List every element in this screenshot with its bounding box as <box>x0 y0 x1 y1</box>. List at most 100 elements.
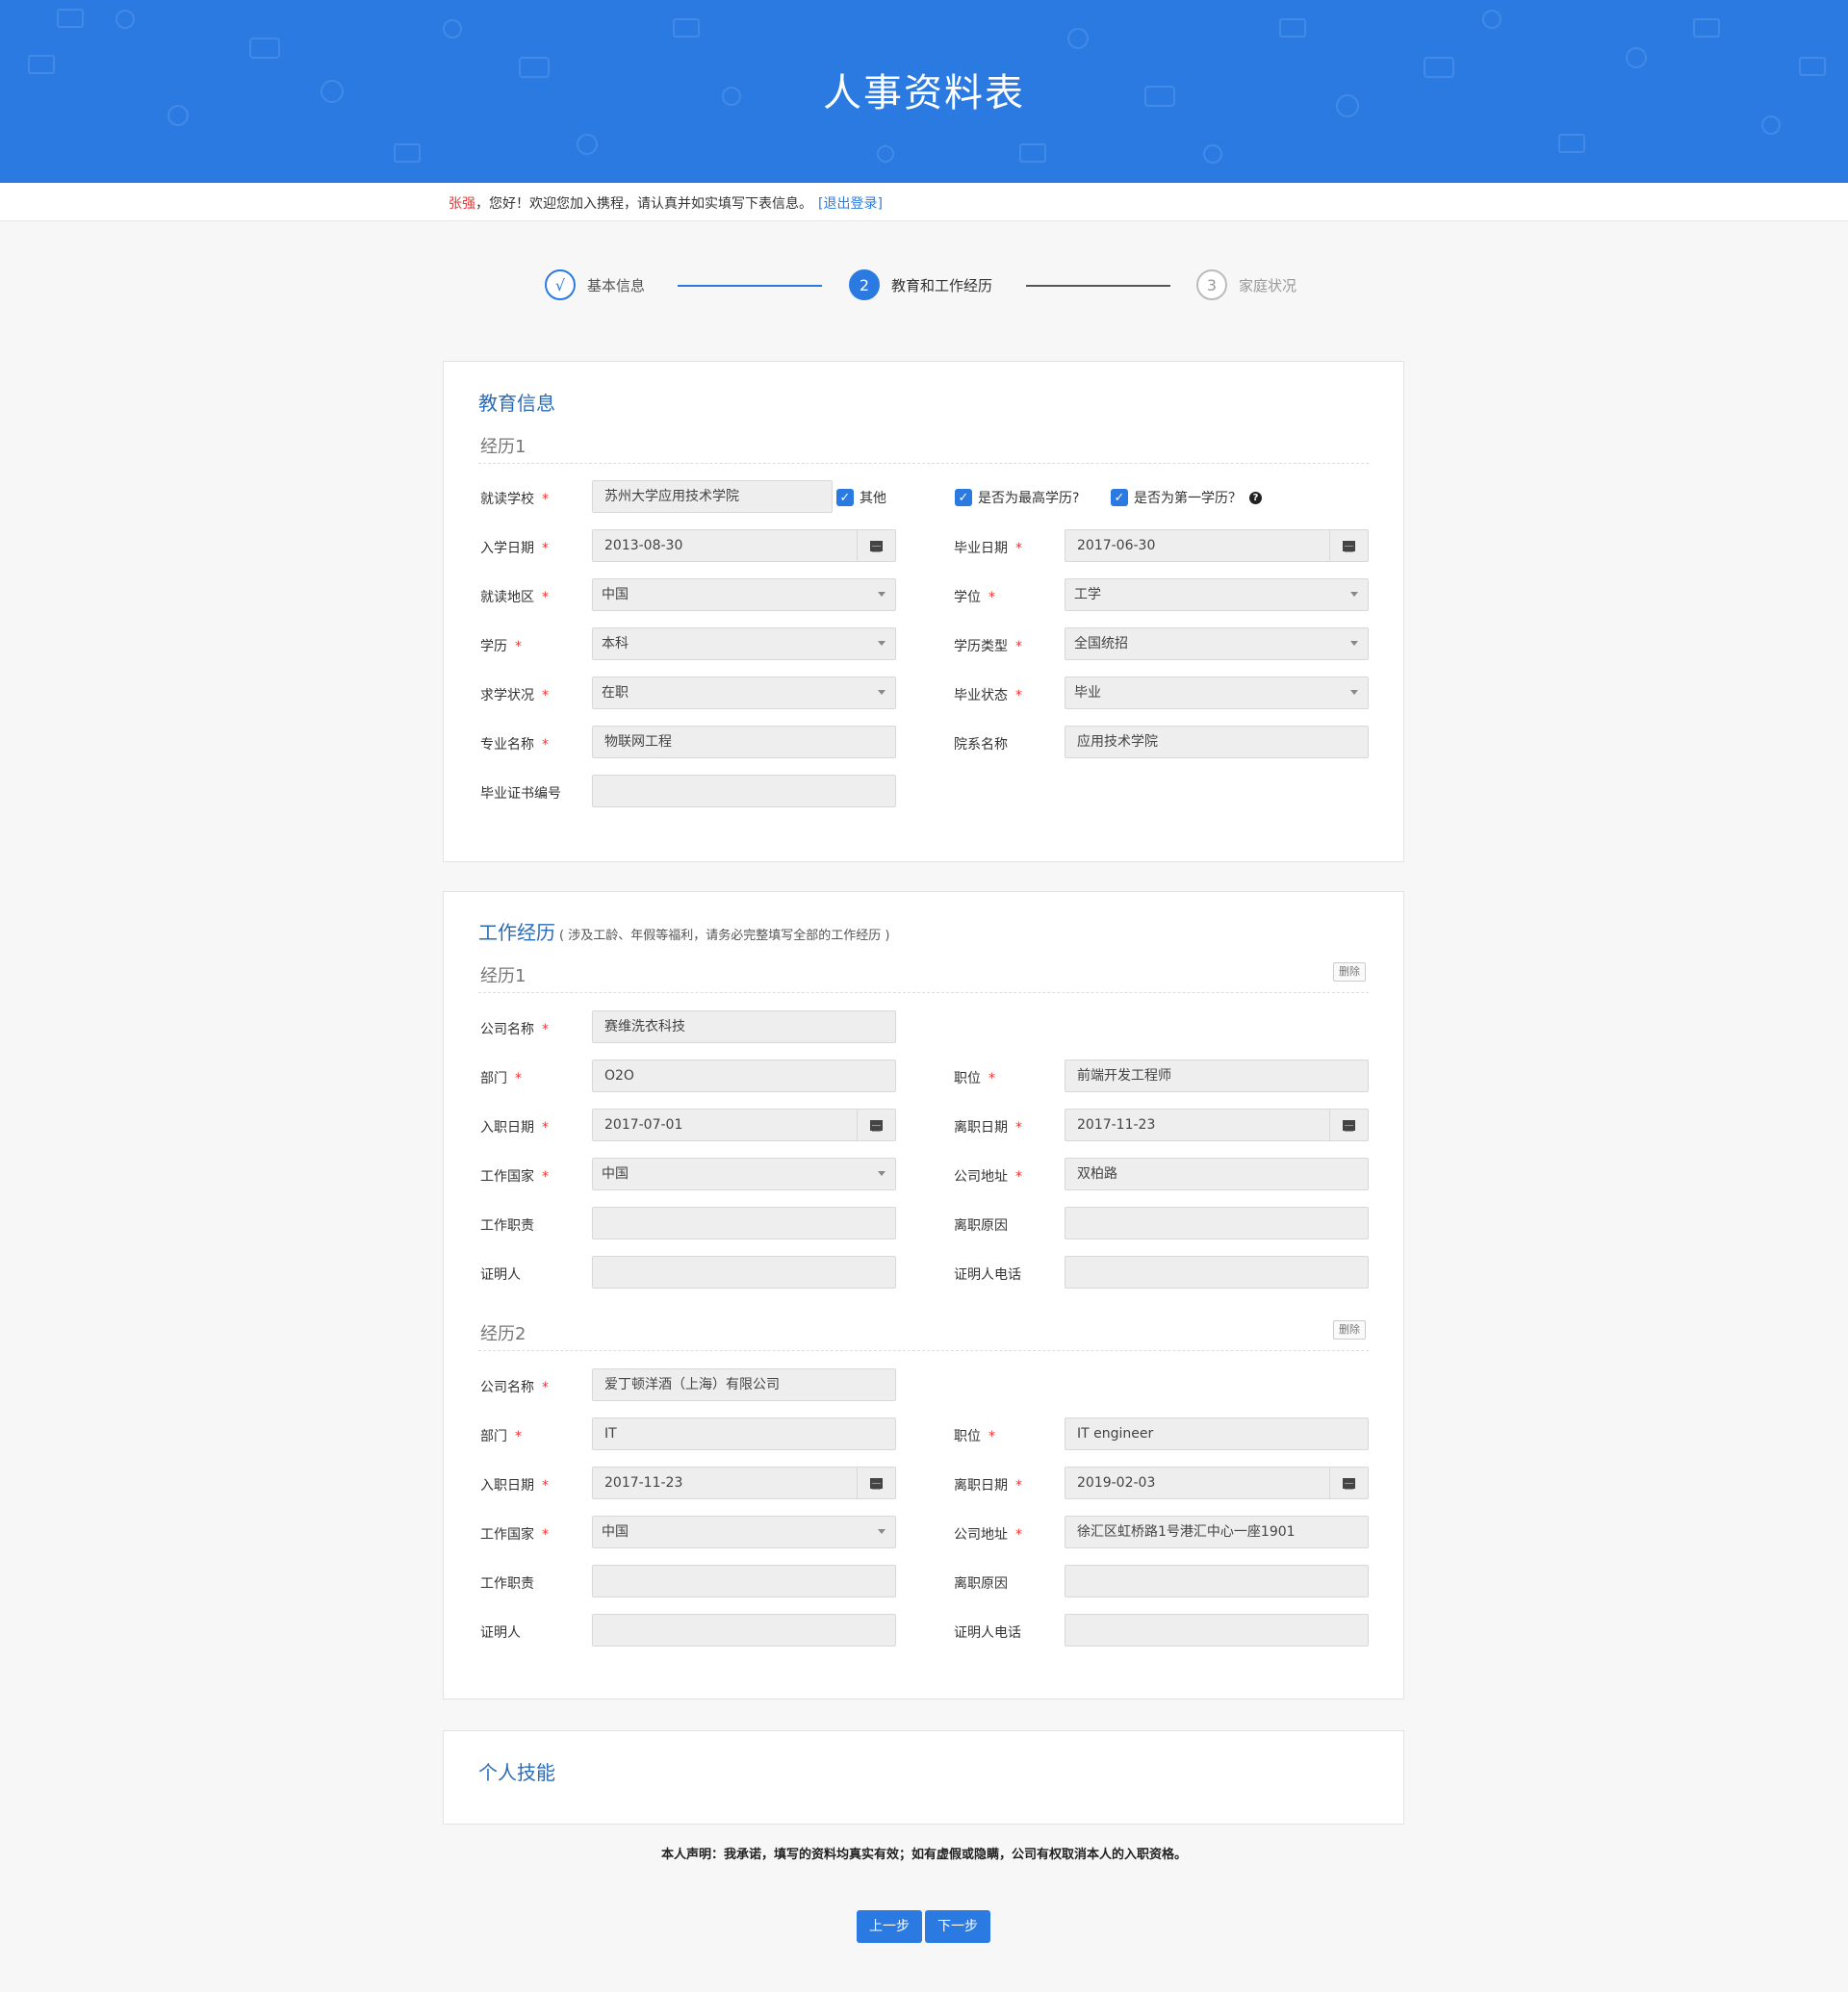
chevron-down-icon <box>878 1171 886 1176</box>
dept-input[interactable]: IT <box>592 1417 896 1450</box>
degree-select[interactable]: 工学 <box>1065 578 1369 611</box>
experience-title: 经历1 <box>480 966 526 986</box>
checkmark-icon: ✓ <box>955 489 972 506</box>
start-date-input[interactable]: 2017-11-23 <box>592 1467 896 1499</box>
calendar-icon[interactable] <box>857 1110 895 1140</box>
region-select[interactable]: 中国 <box>592 578 896 611</box>
chevron-down-icon <box>1350 641 1358 646</box>
witness-phone-input[interactable] <box>1065 1256 1369 1289</box>
check-icon: √ <box>545 269 576 300</box>
field-label: 毕业证书编号 <box>480 786 561 802</box>
country-select[interactable]: 中国 <box>592 1158 896 1190</box>
company-input[interactable]: 爱丁顿洋酒（上海）有限公司 <box>592 1368 896 1401</box>
status-row: 求学状况 * 在职 毕业状态 * 毕业 <box>444 677 1403 709</box>
education-row: 学历 * 本科 学历类型 * 全国统招 <box>444 627 1403 660</box>
field-label: 学历 * <box>480 639 522 654</box>
next-step-button[interactable]: 下一步 <box>925 1910 990 1943</box>
step-family[interactable]: 3 家庭状况 <box>1196 268 1296 302</box>
certificate-input[interactable] <box>592 775 896 807</box>
welcome-message: 张强，您好！欢迎您加入携程，请认真并如实填写下表信息。 [退出登录] <box>449 193 883 213</box>
reason-input[interactable] <box>1065 1565 1369 1597</box>
witness-row: 证明人 证明人电话 <box>444 1614 1403 1647</box>
user-name: 张强 <box>449 196 475 212</box>
step-label: 教育和工作经历 <box>891 276 993 294</box>
field-label: 学历类型 * <box>954 639 1022 654</box>
delete-button[interactable]: 删除 <box>1333 962 1366 982</box>
help-icon[interactable]: ? <box>1249 491 1262 504</box>
field-label: 毕业状态 * <box>954 688 1022 703</box>
education-select[interactable]: 本科 <box>592 627 896 660</box>
duty-input[interactable] <box>592 1207 896 1239</box>
field-label: 证明人 <box>480 1625 521 1641</box>
school-row: 就读学校 * 苏州大学应用技术学院 ✓ 其他 ✓ 是否为最高学历? ✓ 是否为第一学历？… <box>444 480 1403 513</box>
field-label: 公司名称 * <box>480 1380 549 1395</box>
dept-input[interactable]: O2O <box>592 1060 896 1092</box>
field-label: 学位 * <box>954 590 995 605</box>
duty-row: 工作职责 离职原因 <box>444 1207 1403 1239</box>
other-checkbox[interactable]: ✓ 其他 <box>836 488 886 507</box>
field-label: 部门 * <box>480 1429 522 1444</box>
major-input[interactable]: 物联网工程 <box>592 726 896 758</box>
calendar-icon[interactable] <box>1329 1110 1368 1140</box>
school-input[interactable]: 苏州大学应用技术学院 <box>592 480 833 513</box>
address-input[interactable]: 徐汇区虹桥路1号港汇中心一座1901 <box>1065 1516 1369 1548</box>
chevron-down-icon <box>878 641 886 646</box>
graduation-date-input[interactable]: 2017-06-30 <box>1065 529 1369 562</box>
chevron-down-icon <box>878 592 886 597</box>
first-degree-checkbox[interactable]: ✓ 是否为第一学历？? <box>1111 488 1262 507</box>
field-label: 证明人 <box>480 1267 521 1283</box>
witness-input[interactable] <box>592 1256 896 1289</box>
field-label: 院系名称 <box>954 737 1008 753</box>
field-label: 公司名称 * <box>480 1022 549 1037</box>
calendar-icon[interactable] <box>1329 1468 1368 1498</box>
graduation-status-select[interactable]: 毕业 <box>1065 677 1369 709</box>
step-education-work[interactable]: 2 教育和工作经历 <box>849 268 992 302</box>
logout-link[interactable]: [退出登录] <box>818 196 883 212</box>
country-select[interactable]: 中国 <box>592 1516 896 1548</box>
dates-row: 入学日期 * 2013-08-30 毕业日期 * 2017-06-30 <box>444 529 1403 562</box>
education-panel: 教育信息 经历1 就读学校 * 苏州大学应用技术学院 ✓ 其他 ✓ 是否为最高学历? … <box>443 361 1404 862</box>
field-label: 工作职责 <box>480 1576 534 1592</box>
witness-phone-input[interactable] <box>1065 1614 1369 1647</box>
end-date-input[interactable]: 2017-11-23 <box>1065 1109 1369 1141</box>
study-status-select[interactable]: 在职 <box>592 677 896 709</box>
department-input[interactable]: 应用技术学院 <box>1065 726 1369 758</box>
step-number: 3 <box>1196 269 1227 300</box>
calendar-icon[interactable] <box>857 1468 895 1498</box>
position-input[interactable]: 前端开发工程师 <box>1065 1060 1369 1092</box>
delete-button[interactable]: 删除 <box>1333 1320 1366 1340</box>
field-label: 专业名称 * <box>480 737 549 753</box>
witness-input[interactable] <box>592 1614 896 1647</box>
section-title: 教育信息 <box>478 392 555 415</box>
field-label: 工作职责 <box>480 1218 534 1234</box>
country-row: 工作国家 * 中国 公司地址 * 徐汇区虹桥路1号港汇中心一座1901 <box>444 1516 1403 1548</box>
company-input[interactable]: 赛维洗衣科技 <box>592 1010 896 1043</box>
duty-input[interactable] <box>592 1565 896 1597</box>
field-label: 职位 * <box>954 1071 995 1086</box>
chevron-down-icon <box>878 690 886 695</box>
start-date-input[interactable]: 2017-07-01 <box>592 1109 896 1141</box>
end-date-input[interactable]: 2019-02-03 <box>1065 1467 1369 1499</box>
checkmark-icon: ✓ <box>1111 489 1128 506</box>
step-label: 家庭状况 <box>1239 276 1297 294</box>
field-label: 工作国家 * <box>480 1527 549 1543</box>
start-date-input[interactable]: 2013-08-30 <box>592 529 896 562</box>
field-label: 求学状况 * <box>480 688 549 703</box>
step-number: 2 <box>849 269 880 300</box>
education-type-select[interactable]: 全国统招 <box>1065 627 1369 660</box>
calendar-icon[interactable] <box>857 530 895 561</box>
calendar-icon[interactable] <box>1329 530 1368 561</box>
field-label: 就读学校 * <box>480 492 549 507</box>
field-label: 离职日期 * <box>954 1120 1022 1136</box>
field-label: 职位 * <box>954 1429 995 1444</box>
certificate-row: 毕业证书编号 <box>444 775 1403 807</box>
page-title: 人事资料表 <box>823 71 1025 115</box>
prev-step-button[interactable]: 上一步 <box>857 1910 922 1943</box>
address-input[interactable]: 双柏路 <box>1065 1158 1369 1190</box>
step-basic-info[interactable]: √ 基本信息 <box>545 268 645 302</box>
highest-degree-checkbox[interactable]: ✓ 是否为最高学历? <box>955 488 1079 507</box>
progress-steps: √ 基本信息 2 教育和工作经历 3 家庭状况 <box>0 268 1848 306</box>
witness-row: 证明人 证明人电话 <box>444 1256 1403 1289</box>
position-input[interactable]: IT engineer <box>1065 1417 1369 1450</box>
reason-input[interactable] <box>1065 1207 1369 1239</box>
